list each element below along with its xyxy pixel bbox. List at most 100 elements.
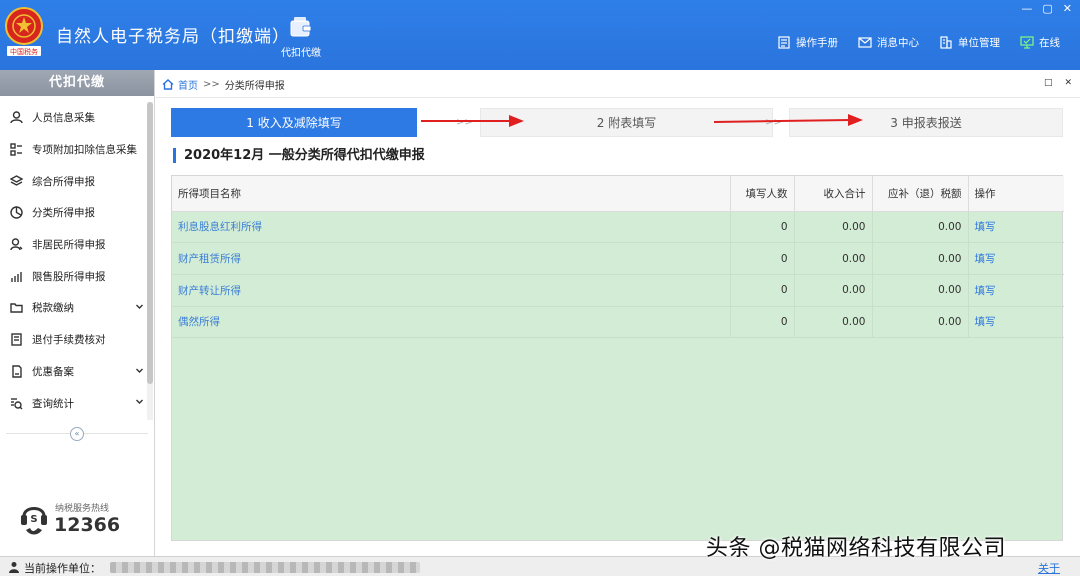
breadcrumb-home-link[interactable]: 首页	[178, 77, 198, 92]
table-row: 财产租赁所得 0 0.00 0.00 填写	[172, 243, 1064, 275]
fill-link[interactable]: 填写	[968, 274, 1064, 306]
annotation-arrow-icon	[714, 114, 864, 128]
panel-close-button[interactable]: ✕	[1064, 78, 1072, 88]
document-icon	[10, 365, 23, 378]
online-label: 在线	[1039, 35, 1060, 50]
app-header: 中国税务 自然人电子税务局（扣缴端） 代扣代缴 — ▢ ✕ 操作手册 消息中心 …	[0, 0, 1080, 70]
folder-icon	[10, 301, 23, 314]
breadcrumb-divider	[156, 97, 1080, 98]
count-cell: 0	[730, 274, 794, 306]
breadcrumb: 首页 >> 分类所得申报	[162, 77, 285, 92]
fill-link[interactable]: 填写	[968, 211, 1064, 243]
sidebar-item-comprehensive-income[interactable]: 综合所得申报	[0, 165, 148, 197]
person-outline-icon	[10, 238, 23, 251]
table-row: 偶然所得 0 0.00 0.00 填写	[172, 306, 1064, 338]
chevron-down-icon	[135, 366, 144, 375]
income-cell: 0.00	[794, 243, 872, 275]
sidebar-item-classified-income[interactable]: 分类所得申报	[0, 197, 148, 229]
sidebar-item-label: 查询统计	[32, 396, 74, 411]
table-row: 利息股息红利所得 0 0.00 0.00 填写	[172, 211, 1064, 243]
sidebar-item-restricted-stock[interactable]: 限售股所得申报	[0, 260, 148, 292]
income-item-link[interactable]: 财产租赁所得	[172, 243, 730, 275]
header-links: 操作手册 消息中心 单位管理 在线	[777, 35, 1060, 50]
step-income-deduction[interactable]: 1 收入及减除填写	[171, 108, 417, 137]
income-item-link[interactable]: 利息股息红利所得	[172, 211, 730, 243]
income-table: 所得项目名称 填写人数 收入合计 应补（退）税额 操作 利息股息红利所得 0 0…	[171, 175, 1063, 541]
svg-text:S: S	[30, 514, 37, 525]
message-center-label: 消息中心	[877, 35, 919, 50]
maximize-button[interactable]: ▢	[1042, 2, 1052, 15]
sidebar-item-tax-payment[interactable]: 税款缴纳	[0, 292, 148, 324]
tax-cell: 0.00	[872, 274, 968, 306]
current-unit-value-redacted	[110, 562, 420, 573]
sidebar-item-label: 退付手续费核对	[32, 332, 106, 347]
manual-link[interactable]: 操作手册	[777, 35, 838, 50]
sidebar-title: 代扣代缴	[0, 70, 154, 96]
sidebar-collapse-button[interactable]: «	[70, 427, 84, 441]
unit-management-label: 单位管理	[958, 35, 1000, 50]
sidebar-scrollbar[interactable]	[147, 102, 153, 420]
manual-icon	[777, 36, 791, 49]
breadcrumb-current: 分类所得申报	[225, 77, 285, 92]
tax-cell: 0.00	[872, 306, 968, 338]
home-icon	[162, 79, 174, 90]
list-icon	[10, 143, 23, 156]
chevron-down-icon	[135, 302, 144, 311]
sidebar-menu: 人员信息采集 专项附加扣除信息采集 综合所得申报 分类所得申报 非居民所得申报 …	[0, 96, 148, 419]
income-cell: 0.00	[794, 211, 872, 243]
column-header: 所得项目名称	[172, 176, 730, 211]
person-icon	[10, 111, 23, 124]
headset-icon: S	[18, 500, 50, 538]
scrollbar-thumb[interactable]	[147, 102, 153, 384]
sidebar-item-preferential-filing[interactable]: 优惠备案	[0, 356, 148, 388]
nav-withholding[interactable]: 代扣代缴	[272, 16, 330, 59]
message-center-link[interactable]: 消息中心	[858, 35, 919, 50]
monitor-icon	[1020, 36, 1034, 49]
page-title: 2020年12月 一般分类所得代扣代缴申报	[173, 148, 425, 163]
sidebar-item-personnel-info[interactable]: 人员信息采集	[0, 102, 148, 134]
income-item-link[interactable]: 财产转让所得	[172, 274, 730, 306]
fill-link[interactable]: 填写	[968, 306, 1064, 338]
receipt-icon	[10, 333, 23, 346]
panel-restore-button[interactable]: □	[1044, 78, 1053, 88]
sidebar-item-query-statistics[interactable]: 查询统计	[0, 387, 148, 419]
column-header: 操作	[968, 176, 1064, 211]
pie-icon	[10, 206, 23, 219]
svg-text:中国税务: 中国税务	[10, 47, 38, 56]
count-cell: 0	[730, 243, 794, 275]
sidebar-item-label: 专项附加扣除信息采集	[32, 142, 137, 157]
watermark: 头条 @税猫网络科技有限公司	[706, 530, 1006, 562]
count-cell: 0	[730, 211, 794, 243]
fill-link[interactable]: 填写	[968, 243, 1064, 275]
table-row: 财产转让所得 0 0.00 0.00 填写	[172, 274, 1064, 306]
user-icon	[8, 561, 20, 573]
sidebar-item-label: 综合所得申报	[32, 174, 95, 189]
service-hotline: S 纳税服务热线 12366	[18, 498, 148, 542]
sidebar-item-refund-fee-check[interactable]: 退付手续费核对	[0, 324, 148, 356]
minimize-button[interactable]: —	[1021, 2, 1032, 15]
count-cell: 0	[730, 306, 794, 338]
panel-controls: □ ✕	[1044, 78, 1072, 88]
step-wizard: 1 收入及减除填写 >> 2 附表填写 >> 3 申报表报送	[171, 108, 1063, 138]
hotline-number: 12366	[54, 514, 120, 536]
unit-management-link[interactable]: 单位管理	[939, 35, 1000, 50]
tax-cell: 0.00	[872, 211, 968, 243]
sidebar-item-nonresident-income[interactable]: 非居民所得申报	[0, 229, 148, 261]
close-button[interactable]: ✕	[1063, 2, 1072, 15]
sidebar-item-label: 限售股所得申报	[32, 269, 106, 284]
main-content: 首页 >> 分类所得申报 □ ✕ 1 收入及减除填写 >> 2 附表填写 >> …	[156, 70, 1080, 556]
layers-icon	[10, 175, 23, 188]
mail-icon	[858, 36, 872, 49]
about-link[interactable]: 关于	[1038, 560, 1060, 576]
breadcrumb-separator: >>	[203, 79, 220, 90]
app-title: 自然人电子税务局（扣缴端）	[56, 22, 290, 47]
column-header: 应补（退）税额	[872, 176, 968, 211]
sidebar-item-label: 税款缴纳	[32, 300, 74, 315]
sidebar-item-label: 人员信息采集	[32, 110, 95, 125]
sidebar-item-special-deduction[interactable]: 专项附加扣除信息采集	[0, 134, 148, 166]
income-item-link[interactable]: 偶然所得	[172, 306, 730, 338]
online-status[interactable]: 在线	[1020, 35, 1060, 50]
bar-chart-icon	[10, 270, 23, 283]
tax-cell: 0.00	[872, 243, 968, 275]
wallet-icon	[289, 16, 313, 38]
